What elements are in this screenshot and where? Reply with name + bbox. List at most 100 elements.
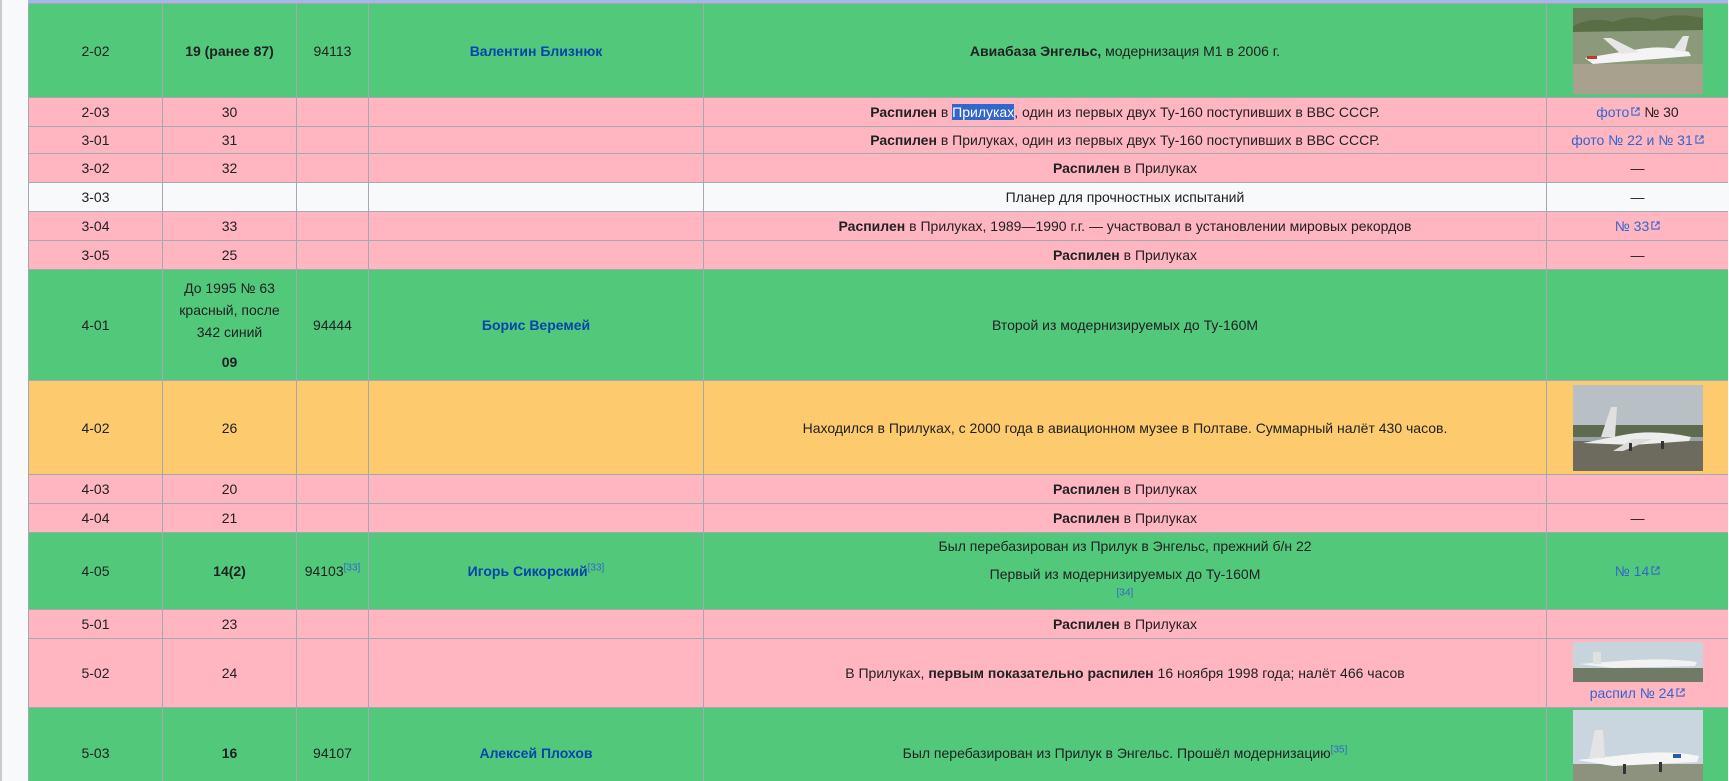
photo-cell: —	[1546, 240, 1728, 270]
name-cell	[368, 503, 704, 533]
note-bold: Распилен	[1052, 616, 1120, 632]
name-cell: Борис Веремей	[368, 269, 704, 381]
note-text: в	[936, 104, 953, 120]
photo-cell: фото № 22 и № 31	[1546, 126, 1728, 154]
note-bold: Распилен	[1052, 481, 1120, 497]
aircraft-photo[interactable]	[1572, 384, 1703, 471]
table-row: 5-01 23 Распилен в Прилуках	[28, 609, 1728, 639]
external-link-icon	[1631, 107, 1640, 116]
note-bold: Распилен	[838, 218, 906, 234]
photo-link-label: фото № 22 и № 31	[1571, 132, 1693, 148]
photo-link[interactable]: № 14	[1615, 563, 1660, 579]
note-text: Первый из модернизируемых до Ту-160М	[989, 566, 1261, 582]
tail-number-cell: 31	[162, 126, 297, 154]
table-container: 2-02 19 (ранее 87) 94113 Валентин Близню…	[28, 3, 1728, 781]
registration-cell	[296, 97, 369, 127]
name-cell	[368, 609, 704, 639]
name-cell: Валентин Близнюк	[368, 3, 704, 98]
serial-cell: 4-03	[28, 474, 163, 504]
registration-cell: 94113	[296, 3, 369, 98]
table-row: 3-02 32 Распилен в Прилуках —	[28, 153, 1728, 183]
tail-number-cell: 14(2)	[162, 532, 297, 610]
registration-cell	[296, 380, 369, 475]
registration-cell	[296, 609, 369, 639]
note-cell: Находился в Прилуках, с 2000 года в авиа…	[703, 380, 1547, 475]
table-row: 2-02 19 (ранее 87) 94113 Валентин Близню…	[28, 3, 1728, 98]
photo-link-label: № 33	[1614, 218, 1650, 234]
aircraft-name-link[interactable]: Алексей Плохов	[479, 745, 592, 761]
registration-cell: 94444	[296, 269, 369, 381]
aircraft-name-link[interactable]: Валентин Близнюк	[470, 43, 603, 59]
serial-cell: 3-02	[28, 153, 163, 183]
photo-cell: № 33	[1546, 211, 1728, 241]
photo-number: № 30	[1640, 104, 1679, 120]
photo-link[interactable]: фото	[1596, 104, 1640, 120]
name-cell	[368, 126, 704, 154]
serial-cell: 3-01	[28, 126, 163, 154]
tail-number-cell: 30	[162, 97, 297, 127]
note-line: Был перебазирован из Прилук в Энгельс, п…	[938, 538, 1312, 554]
table-row: 4-03 20 Распилен в Прилуках	[28, 474, 1728, 504]
external-link-icon	[1695, 135, 1704, 144]
name-cell	[368, 182, 704, 212]
photo-cell	[1546, 707, 1728, 781]
photo-link-label: распил № 24	[1589, 685, 1675, 701]
table-row: 4-02 26 Находился в Прилуках, с 2000 год…	[28, 380, 1728, 475]
photo-cell	[1546, 380, 1728, 475]
registration-cell: 94107	[296, 707, 369, 781]
external-link-icon	[1676, 688, 1685, 697]
aircraft-photo[interactable]	[1572, 7, 1703, 94]
note-bold: первым показательно распилен	[928, 665, 1154, 681]
photo-link[interactable]: № 33	[1615, 218, 1660, 234]
note-line: Первый из модернизируемых до Ту-160М [34]	[710, 563, 1540, 607]
tail-number-cell: 16	[162, 707, 297, 781]
tail-number-cell: 33	[162, 211, 297, 241]
note-bold: Распилен	[870, 132, 937, 148]
tail-number-cell: 32	[162, 153, 297, 183]
name-cell	[368, 153, 704, 183]
name-cell: Игорь Сикорский[33]	[368, 532, 704, 610]
photo-cell: —	[1546, 182, 1728, 212]
tail-number-cell: 26	[162, 380, 297, 475]
photo-cell: —	[1546, 503, 1728, 533]
table-row: 2-03 30 Распилен в Прилуках, один из пер…	[28, 97, 1728, 127]
reference-link[interactable]: [35]	[1331, 744, 1348, 755]
table-row: 3-04 33 Распилен в Прилуках, 1989—1990 г…	[28, 211, 1728, 241]
note-cell: Авиабаза Энгельс, модернизация М1 в 2006…	[703, 3, 1547, 98]
note-bold: Авиабаза Энгельс,	[969, 42, 1102, 59]
registration-cell: 94103[33]	[296, 532, 369, 610]
note-text: в Прилуках	[1119, 510, 1198, 526]
photo-link[interactable]: распил № 24	[1590, 685, 1686, 701]
aircraft-photo[interactable]	[1572, 642, 1703, 682]
note-cell: Распилен в Прилуках, один из первых двух…	[703, 126, 1547, 154]
name-cell: Алексей Плохов	[368, 707, 704, 781]
registration-cell	[296, 503, 369, 533]
table-row: 4-01 До 1995 № 63 красный, после 342 син…	[28, 269, 1728, 381]
aircraft-name-link[interactable]: Игорь Сикорский	[468, 563, 588, 579]
tail-number-cell: 23	[162, 609, 297, 639]
tail-current: 09	[221, 354, 238, 370]
photo-cell	[1546, 269, 1728, 381]
photo-cell: распил № 24	[1546, 638, 1728, 708]
photo-link-label: № 14	[1614, 563, 1650, 579]
serial-cell: 3-03	[28, 182, 163, 212]
registration-cell	[296, 182, 369, 212]
note-bold: Распилен	[1052, 247, 1120, 263]
serial-cell: 4-01	[28, 269, 163, 381]
registration-cell	[296, 474, 369, 504]
photo-link[interactable]: фото № 22 и № 31	[1571, 132, 1704, 148]
serial-cell: 2-03	[28, 97, 163, 127]
photo-link-label: фото	[1596, 104, 1630, 120]
reference-link[interactable]: [33]	[588, 562, 605, 573]
tail-number-cell: До 1995 № 63 красный, после 342 синий 09	[162, 269, 297, 381]
aircraft-photo[interactable]	[1572, 710, 1703, 781]
serial-cell: 5-02	[28, 638, 163, 708]
aircraft-name-link[interactable]: Борис Веремей	[482, 317, 590, 333]
serial-cell: 3-04	[28, 211, 163, 241]
note-text: , один из первых двух Ту-160 поступивших…	[1014, 104, 1380, 120]
reference-link[interactable]: [33]	[344, 562, 361, 573]
table-row: 5-02 24 В Прилуках, первым показательно …	[28, 638, 1728, 708]
tail-number-cell: 20	[162, 474, 297, 504]
reference-link[interactable]: [34]	[1117, 587, 1134, 598]
selected-text[interactable]: Прилуках	[952, 104, 1015, 120]
